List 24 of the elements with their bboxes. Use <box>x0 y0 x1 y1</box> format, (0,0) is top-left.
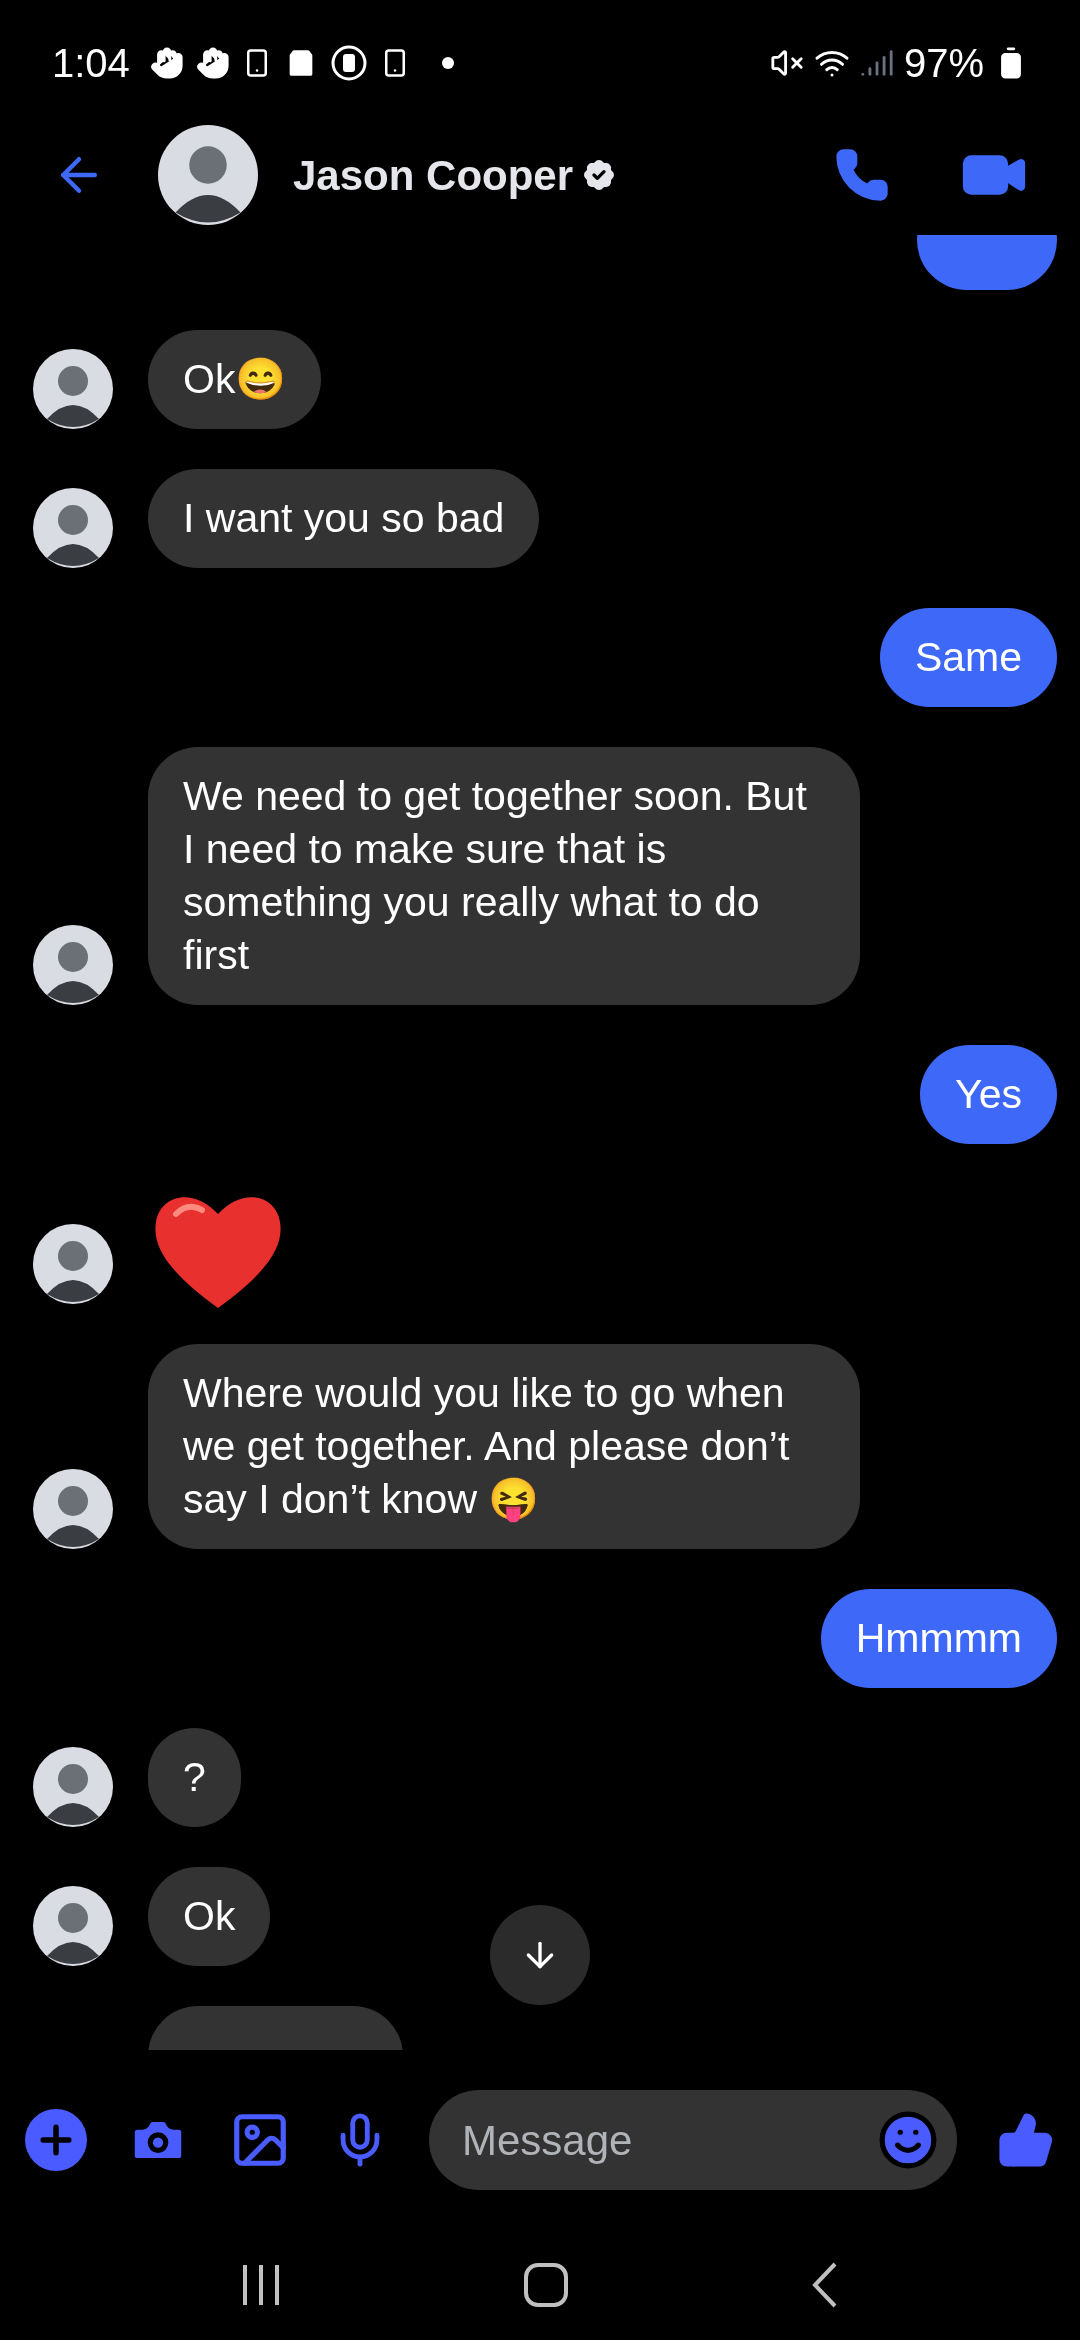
message-bar[interactable]: Message <box>429 2090 957 2190</box>
contact-name[interactable]: Jason Cooper <box>293 143 574 207</box>
like-icon[interactable] <box>997 2111 1055 2169</box>
back-nav-icon[interactable] <box>810 2262 839 2308</box>
message-bubble: Where would you like to go when we get together. And please don’t say I don’t know 😝 <box>148 1344 860 1549</box>
message-bubble: Hmmmm <box>820 1589 1057 1688</box>
status-time: 1:04 <box>52 39 130 87</box>
message-field[interactable]: Message <box>462 2108 877 2172</box>
message-bubble: ? <box>148 1728 241 1827</box>
message-bubble: Same <box>879 608 1057 707</box>
recent-apps-icon[interactable] <box>241 2263 282 2307</box>
message-bubble: Ok😄 <box>148 330 322 429</box>
dot-icon <box>441 56 454 69</box>
emoji-icon[interactable] <box>877 2109 939 2171</box>
message-bubble: Ok <box>148 1867 271 1966</box>
message-bubble: We need to get together soon. But I need to make sure that is something you really what to do first <box>148 747 860 1005</box>
call-icon[interactable] <box>834 147 890 203</box>
home-icon[interactable] <box>524 2263 568 2307</box>
hand-icon <box>195 45 230 80</box>
message-bubble: Yes <box>920 1045 1057 1144</box>
battery-percent: 97% <box>903 39 984 87</box>
hand-icon <box>149 45 184 80</box>
message-bubble: I want you so bad <box>148 469 540 568</box>
watch-icon <box>329 43 368 82</box>
